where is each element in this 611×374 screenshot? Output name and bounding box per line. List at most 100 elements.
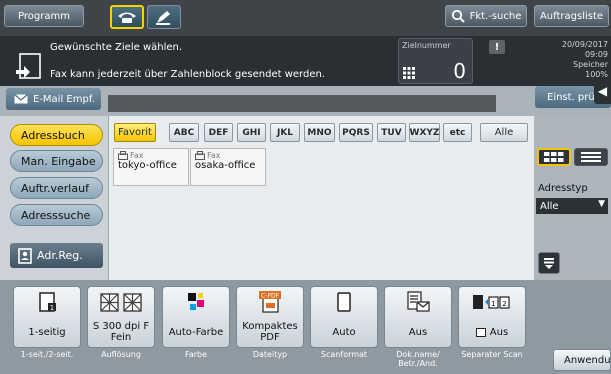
program-button[interactable]: Programm bbox=[4, 5, 84, 27]
scan-size-value: Auto bbox=[332, 326, 356, 338]
list-view-icon bbox=[581, 152, 601, 162]
index-tab-etc[interactable]: etc bbox=[443, 123, 472, 142]
index-tab-mno[interactable]: MNO bbox=[304, 123, 335, 142]
doc-name-caption: Dok.name/ Betr./And. bbox=[396, 350, 440, 368]
scroll-down-button[interactable] bbox=[538, 252, 560, 274]
duplex-key[interactable]: 1 1-seitig bbox=[13, 286, 81, 348]
svg-text:1: 1 bbox=[491, 300, 495, 308]
sidebar-item-adressbuch[interactable]: Adressbuch bbox=[10, 124, 103, 146]
scroll-down-icon bbox=[544, 258, 554, 269]
memory-label: Speicher bbox=[573, 60, 608, 69]
entry-name: tokyo-office bbox=[118, 160, 177, 171]
file-type-value: Kompaktes PDF bbox=[242, 321, 298, 343]
index-tab-label: JKL bbox=[276, 127, 294, 138]
sidebar-item-label: Adressbuch bbox=[21, 128, 85, 142]
grid-view-icon bbox=[544, 152, 564, 162]
time-text: 09:09 bbox=[584, 50, 608, 59]
duplex-caption: 1-seit./2-seit. bbox=[20, 350, 74, 359]
entry-type-label: Fax bbox=[130, 151, 144, 160]
function-search-button[interactable]: Fkt.-suche bbox=[445, 5, 527, 27]
sidebar-item-label: Adresssuche bbox=[21, 208, 91, 222]
index-tab-wxyz[interactable]: WXYZ bbox=[409, 123, 440, 142]
favorite-tab[interactable]: Favorit bbox=[114, 123, 156, 142]
index-tab-label: GHI bbox=[242, 127, 261, 138]
color-value: Auto-Farbe bbox=[168, 326, 224, 338]
date-text: 20/09/2017 bbox=[561, 40, 608, 49]
keypad-icon bbox=[403, 67, 415, 79]
single-sided-icon: 1 bbox=[39, 292, 56, 312]
destination-number-value: 0 bbox=[453, 59, 466, 83]
fax-icon bbox=[118, 151, 128, 160]
address-type-select[interactable]: Alle ▼ bbox=[536, 198, 608, 214]
address-entry-osaka[interactable]: Fax osaka-office bbox=[190, 148, 266, 186]
index-tab-label: DEF bbox=[208, 127, 229, 138]
list-view-button[interactable] bbox=[574, 148, 608, 166]
address-type-value: Alle bbox=[540, 200, 559, 212]
file-type-key[interactable]: C-PDF Kompaktes PDF bbox=[236, 286, 304, 348]
sidebar-item-manual-entry[interactable]: Man. Eingabe bbox=[10, 150, 103, 172]
sidebar-item-label: Man. Eingabe bbox=[21, 154, 96, 168]
address-entry-tokyo[interactable]: Fax tokyo-office bbox=[113, 148, 189, 186]
favorite-label: Favorit bbox=[118, 127, 152, 138]
resolution-caption: Auflösung bbox=[101, 350, 141, 359]
pen-icon bbox=[156, 11, 170, 25]
alert-icon[interactable]: ! bbox=[489, 40, 505, 54]
application-label: Anwendung bbox=[564, 354, 611, 366]
sidebar-item-job-history[interactable]: Auftr.verlauf bbox=[10, 177, 103, 199]
envelope-icon bbox=[14, 94, 28, 104]
resolution-value: S 300 dpi F Fein bbox=[92, 321, 150, 343]
index-tab-pqrs[interactable]: PQRS bbox=[339, 123, 373, 142]
fax-mode-button[interactable] bbox=[110, 5, 144, 29]
destination-number-box: Zielnummer 0 bbox=[398, 38, 473, 84]
index-tab-label: etc bbox=[449, 127, 466, 138]
index-tab-abc[interactable]: ABC bbox=[169, 123, 199, 142]
document-mail-icon bbox=[407, 291, 430, 312]
entry-type: Fax bbox=[114, 149, 188, 160]
side-panel-arrow-icon[interactable]: ◀ bbox=[594, 78, 611, 104]
entry-name: osaka-office bbox=[195, 160, 256, 171]
destination-field[interactable] bbox=[108, 95, 496, 112]
email-recipient-label: E-Mail Empf. bbox=[33, 93, 95, 105]
svg-text:2: 2 bbox=[502, 300, 506, 308]
index-tab-tuv[interactable]: TUV bbox=[377, 123, 406, 142]
entry-type-label: Fax bbox=[207, 151, 221, 160]
resolution-icon bbox=[100, 293, 142, 312]
doc-name-value: Aus bbox=[408, 326, 428, 338]
entry-type: Fax bbox=[191, 149, 265, 160]
color-key[interactable]: Auto-Farbe bbox=[162, 286, 230, 348]
separate-scan-icon: 1 2 bbox=[473, 295, 510, 309]
index-tab-label: ABC bbox=[173, 127, 195, 138]
svg-text:1: 1 bbox=[50, 304, 54, 312]
sidebar-item-address-search[interactable]: Adresssuche bbox=[10, 204, 103, 226]
email-recipient-button[interactable]: E-Mail Empf. bbox=[6, 88, 101, 110]
address-register-label: Adr.Reg. bbox=[37, 249, 83, 262]
compact-pdf-icon: C-PDF bbox=[259, 291, 281, 313]
program-label: Programm bbox=[18, 10, 70, 22]
resolution-key[interactable]: S 300 dpi F Fein bbox=[87, 286, 155, 348]
address-register-button[interactable]: Adr.Reg. bbox=[10, 243, 103, 268]
scan-mode-button[interactable] bbox=[147, 5, 181, 29]
index-tab-ghi[interactable]: GHI bbox=[237, 123, 266, 142]
svg-text:C-PDF: C-PDF bbox=[261, 293, 280, 300]
index-tab-jkl[interactable]: JKL bbox=[270, 123, 300, 142]
index-tab-label: TUV bbox=[381, 127, 402, 138]
index-tab-label: WXYZ bbox=[409, 127, 440, 138]
job-list-button[interactable]: Auftragsliste bbox=[534, 5, 609, 27]
chevron-down-icon: ▼ bbox=[598, 199, 605, 209]
sidebar-item-label: Auftr.verlauf bbox=[21, 181, 89, 195]
doc-name-key[interactable]: Aus bbox=[384, 286, 452, 348]
scan-size-key[interactable]: Auto bbox=[310, 286, 378, 348]
function-search-label: Fkt.-suche bbox=[469, 10, 522, 22]
checkbox-icon bbox=[475, 327, 486, 337]
index-tab-all[interactable]: Alle bbox=[480, 123, 528, 142]
application-button[interactable]: Anwendung bbox=[553, 349, 611, 371]
grid-view-button[interactable] bbox=[537, 148, 571, 166]
index-tab-def[interactable]: DEF bbox=[204, 123, 233, 142]
message-line-2: Fax kann jederzeit über Zahlenblock gese… bbox=[50, 69, 325, 80]
message-line-1: Gewünschte Ziele wählen. bbox=[50, 42, 183, 53]
index-tab-label: PQRS bbox=[342, 127, 370, 138]
separate-scan-key[interactable]: 1 2 Aus bbox=[458, 286, 526, 348]
phone-icon bbox=[118, 12, 136, 23]
scan-size-caption: Scanformat bbox=[320, 350, 368, 359]
color-caption: Farbe bbox=[184, 350, 208, 359]
